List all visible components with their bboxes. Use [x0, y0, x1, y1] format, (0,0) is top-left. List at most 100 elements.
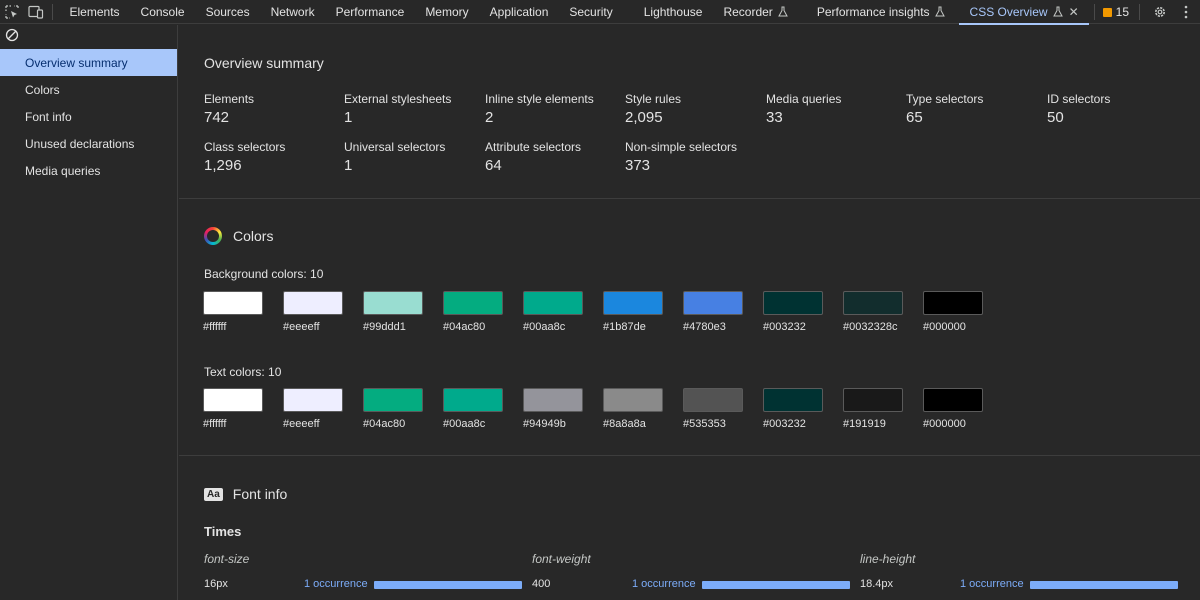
color-swatch[interactable]: #eeeeff — [283, 291, 363, 333]
occurrence-link[interactable]: 1 occurrence — [304, 578, 368, 590]
occurrence-link[interactable]: 1 occurrence — [960, 578, 1024, 590]
color-swatch[interactable]: #eeeeff — [283, 388, 363, 430]
color-swatch[interactable]: #000000 — [923, 291, 1003, 333]
stat-value[interactable]: 373 — [625, 157, 765, 174]
color-chip[interactable] — [203, 388, 263, 412]
tab-label: Application — [489, 4, 549, 19]
issues-counter[interactable]: 15 — [1102, 5, 1129, 19]
stat-label: Media queries — [766, 92, 842, 106]
font-property-column: font-weight 400 1 occurrence — [532, 552, 852, 592]
tab-network[interactable]: Network — [260, 0, 325, 24]
color-chip[interactable] — [363, 388, 423, 412]
tab-performance[interactable]: Performance — [325, 0, 415, 24]
sidebar-item-font-info[interactable]: Font info — [0, 103, 177, 130]
device-toolbar-icon[interactable] — [24, 0, 48, 24]
color-swatch[interactable]: #191919 — [843, 388, 923, 430]
stat-universal-selectors: Universal selectors 1 — [344, 140, 484, 174]
color-chip[interactable] — [363, 291, 423, 315]
clear-overview-icon[interactable] — [5, 28, 19, 47]
sidebar-item-label: Unused declarations — [25, 136, 135, 151]
color-chip[interactable] — [683, 291, 743, 315]
color-chip[interactable] — [443, 388, 503, 412]
stat-value[interactable]: 1,296 — [204, 157, 344, 174]
color-chip[interactable] — [843, 388, 903, 412]
font-property-row: 400 1 occurrence — [532, 578, 852, 592]
stat-value[interactable]: 742 — [204, 109, 344, 126]
color-swatch[interactable]: #003232 — [763, 291, 843, 333]
color-chip[interactable] — [283, 291, 343, 315]
inspect-element-icon[interactable] — [0, 0, 24, 24]
stat-value[interactable]: 1 — [344, 109, 484, 126]
kebab-menu-icon[interactable] — [1174, 0, 1198, 24]
stat-value[interactable]: 1 — [344, 157, 484, 174]
sidebar-item-label: Overview summary — [25, 55, 128, 70]
flask-icon — [777, 6, 788, 17]
occurrence-link[interactable]: 1 occurrence — [632, 578, 696, 590]
tab-performance-insights[interactable]: Performance insights — [806, 0, 955, 24]
font-property-row: 16px 1 occurrence — [204, 578, 524, 592]
color-hex-label: #ffffff — [203, 321, 227, 333]
color-chip[interactable] — [763, 291, 823, 315]
color-swatch[interactable]: #4780e3 — [683, 291, 763, 333]
color-hex-label: #003232 — [763, 321, 806, 333]
tab-sources[interactable]: Sources — [195, 0, 260, 24]
color-swatch[interactable]: #04ac80 — [363, 388, 443, 430]
color-swatch[interactable]: #0032328c — [843, 291, 923, 333]
gear-icon[interactable] — [1148, 0, 1172, 24]
color-swatch[interactable]: #ffffff — [203, 291, 283, 333]
stat-value[interactable]: 50 — [1047, 109, 1187, 126]
stat-value[interactable]: 33 — [766, 109, 906, 126]
close-icon[interactable]: ✕ — [1069, 5, 1079, 19]
color-swatch[interactable]: #000000 — [923, 388, 1003, 430]
font-info-title: Font info — [232, 486, 288, 502]
font-property-value: 18.4px — [860, 578, 894, 590]
tab-security[interactable]: Security — [559, 0, 623, 24]
color-chip[interactable] — [443, 291, 503, 315]
color-chip[interactable] — [923, 388, 983, 412]
color-swatch[interactable]: #94949b — [523, 388, 603, 430]
color-chip[interactable] — [283, 388, 343, 412]
stat-value[interactable]: 2 — [485, 109, 625, 126]
tab-lighthouse[interactable]: Lighthouse — [633, 0, 713, 24]
sidebar-item-unused-declarations[interactable]: Unused declarations — [0, 130, 177, 157]
color-chip[interactable] — [763, 388, 823, 412]
stat-attribute-selectors: Attribute selectors 64 — [485, 140, 625, 174]
color-swatch[interactable]: #535353 — [683, 388, 763, 430]
color-swatch[interactable]: #00aa8c — [443, 388, 523, 430]
sidebar-item-colors[interactable]: Colors — [0, 76, 177, 103]
color-chip[interactable] — [843, 291, 903, 315]
stat-label: Elements — [204, 92, 255, 106]
color-chip[interactable] — [683, 388, 743, 412]
color-chip[interactable] — [203, 291, 263, 315]
color-chip[interactable] — [923, 291, 983, 315]
color-swatch[interactable]: #8a8a8a — [603, 388, 683, 430]
stat-value[interactable]: 2,095 — [625, 109, 765, 126]
tab-elements[interactable]: Elements — [59, 0, 130, 24]
tab-memory[interactable]: Memory — [415, 0, 479, 24]
color-chip[interactable] — [523, 388, 583, 412]
color-swatch[interactable]: #003232 — [763, 388, 843, 430]
devtools-tab-bar: Elements Console Sources Network Perform… — [0, 0, 1200, 25]
stat-class-selectors: Class selectors 1,296 — [204, 140, 344, 174]
sidebar-item-media-queries[interactable]: Media queries — [0, 157, 177, 184]
stat-value[interactable]: 65 — [906, 109, 1046, 126]
color-swatch[interactable]: #ffffff — [203, 388, 283, 430]
tab-css-overview[interactable]: CSS Overview ✕ — [959, 0, 1090, 25]
color-swatch[interactable]: #1b87de — [603, 291, 683, 333]
stat-external-stylesheets: External stylesheets 1 — [344, 92, 484, 126]
stat-value[interactable]: 64 — [485, 157, 625, 174]
color-chip[interactable] — [603, 291, 663, 315]
tab-console[interactable]: Console — [130, 0, 195, 24]
color-chip[interactable] — [603, 388, 663, 412]
tab-recorder[interactable]: Recorder — [713, 0, 798, 24]
color-swatch[interactable]: #99ddd1 — [363, 291, 443, 333]
color-swatch[interactable]: #00aa8c — [523, 291, 603, 333]
color-hex-label: #191919 — [843, 418, 886, 430]
sidebar-item-overview-summary[interactable]: Overview summary — [0, 49, 177, 76]
text-colors-list: #ffffff #eeeeff #04ac80 #00aa8c #94949b #8a8a… — [203, 388, 1003, 430]
occurrence-bar — [374, 581, 522, 589]
tab-application[interactable]: Application — [479, 0, 559, 24]
color-swatch[interactable]: #04ac80 — [443, 291, 523, 333]
color-chip[interactable] — [523, 291, 583, 315]
issues-flag-icon — [1102, 7, 1112, 17]
